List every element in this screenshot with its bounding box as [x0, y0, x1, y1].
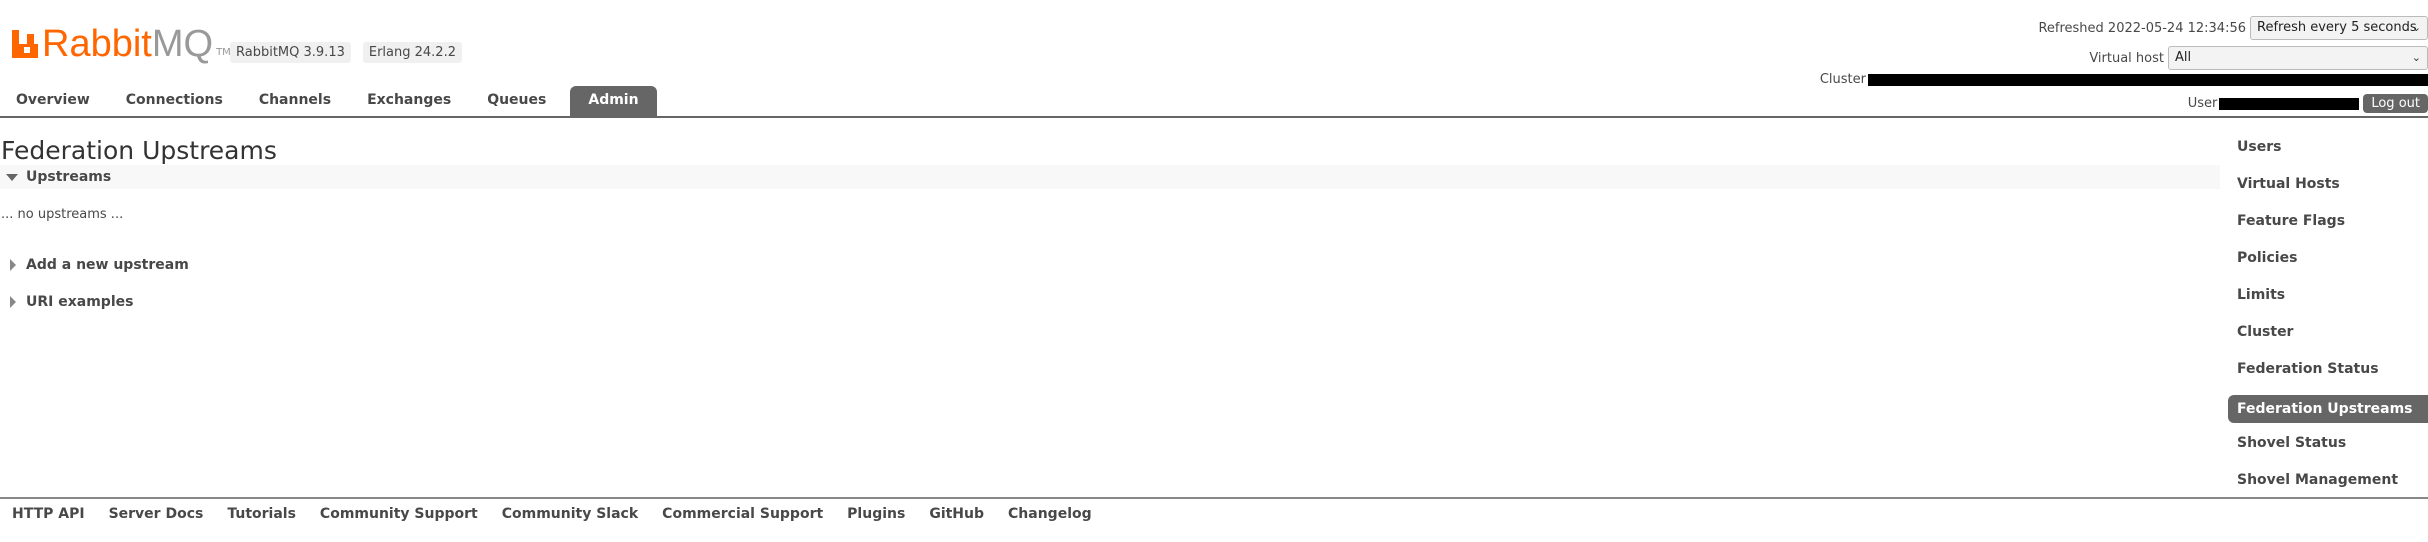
footer-link-community-support[interactable]: Community Support	[320, 506, 478, 522]
collapsed-triangle-icon	[10, 296, 16, 308]
upstreams-section-label: Upstreams	[26, 169, 112, 185]
tab-admin[interactable]: Admin	[570, 86, 657, 116]
chevron-down-icon: ⌄	[2411, 21, 2421, 34]
logout-button[interactable]: Log out	[2363, 94, 2428, 113]
collapsed-triangle-icon	[10, 259, 16, 271]
footer-link-server-docs[interactable]: Server Docs	[109, 506, 204, 522]
cluster-row: Cluster	[1820, 72, 2428, 87]
virtual-host-label: Virtual host	[2089, 50, 2164, 66]
sidebar-item-virtual-hosts[interactable]: Virtual Hosts	[2228, 170, 2428, 207]
refresh-select-value: Refresh every 5 seconds	[2257, 20, 2417, 35]
uri-examples-section-header[interactable]: URI examples	[0, 294, 133, 310]
refreshed-timestamp: Refreshed 2022-05-24 12:34:56	[2038, 20, 2246, 36]
rabbitmq-version-badge: RabbitMQ 3.9.13	[230, 42, 351, 63]
rabbitmq-logo[interactable]: Rabbit MQ TM	[12, 24, 231, 64]
no-upstreams-message: ... no upstreams ...	[1, 207, 124, 222]
user-row: User Log out	[2188, 94, 2428, 113]
nav-divider	[0, 116, 2428, 118]
uri-examples-label: URI examples	[26, 294, 134, 310]
redacted-cluster-name	[1868, 73, 2428, 86]
user-label: User	[2187, 96, 2218, 111]
upstreams-section-header[interactable]: Upstreams	[0, 165, 2220, 189]
virtual-host-select[interactable]: All ⌄	[2168, 46, 2428, 70]
sidebar-item-users[interactable]: Users	[2228, 133, 2428, 170]
logo-suffix-text: MQ	[151, 23, 214, 65]
tab-exchanges[interactable]: Exchanges	[349, 86, 469, 116]
tab-queues[interactable]: Queues	[469, 86, 564, 116]
sidebar-item-shovel-status[interactable]: Shovel Status	[2228, 429, 2428, 466]
add-upstream-section-header[interactable]: Add a new upstream	[0, 257, 189, 273]
virtual-host-select-value: All	[2175, 50, 2192, 65]
sidebar-item-federation-upstreams[interactable]: Federation Upstreams	[2228, 395, 2428, 423]
tab-connections[interactable]: Connections	[108, 86, 241, 116]
erlang-version-badge: Erlang 24.2.2	[362, 42, 462, 63]
footer-link-http-api[interactable]: HTTP API	[12, 506, 85, 522]
add-upstream-label: Add a new upstream	[26, 257, 189, 273]
refresh-interval-select[interactable]: Refresh every 5 seconds ⌄	[2250, 16, 2428, 40]
sidebar-item-policies[interactable]: Policies	[2228, 244, 2428, 281]
tab-overview[interactable]: Overview	[0, 86, 108, 116]
virtual-host-row: Virtual host All ⌄	[2089, 46, 2428, 70]
page-title: Federation Upstreams	[1, 136, 277, 165]
footer-divider	[0, 497, 2428, 499]
logo-trademark: TM	[216, 47, 231, 58]
rabbitmq-logo-icon	[12, 30, 38, 58]
cluster-label: Cluster	[1819, 72, 1866, 87]
tab-channels[interactable]: Channels	[241, 86, 349, 116]
chevron-down-icon: ⌄	[2411, 51, 2421, 64]
footer-links: HTTP API Server Docs Tutorials Community…	[12, 506, 1092, 522]
admin-sidebar: Users Virtual Hosts Feature Flags Polici…	[2228, 133, 2428, 503]
redacted-user-name	[2219, 97, 2360, 110]
main-nav: Overview Connections Channels Exchanges …	[0, 86, 657, 116]
footer-link-changelog[interactable]: Changelog	[1008, 506, 1092, 522]
footer-link-community-slack[interactable]: Community Slack	[502, 506, 638, 522]
footer-link-commercial-support[interactable]: Commercial Support	[662, 506, 823, 522]
expanded-triangle-icon	[6, 173, 18, 181]
footer-link-tutorials[interactable]: Tutorials	[227, 506, 296, 522]
sidebar-item-federation-status[interactable]: Federation Status	[2228, 355, 2428, 392]
version-badges: RabbitMQ 3.9.13 Erlang 24.2.2	[230, 42, 462, 63]
sidebar-item-cluster[interactable]: Cluster	[2228, 318, 2428, 355]
sidebar-item-feature-flags[interactable]: Feature Flags	[2228, 207, 2428, 244]
sidebar-item-limits[interactable]: Limits	[2228, 281, 2428, 318]
logo-brand-text: Rabbit	[42, 23, 152, 65]
footer-link-github[interactable]: GitHub	[929, 506, 984, 522]
footer-link-plugins[interactable]: Plugins	[847, 506, 905, 522]
refresh-row: Refreshed 2022-05-24 12:34:56 Refresh ev…	[2038, 16, 2428, 40]
